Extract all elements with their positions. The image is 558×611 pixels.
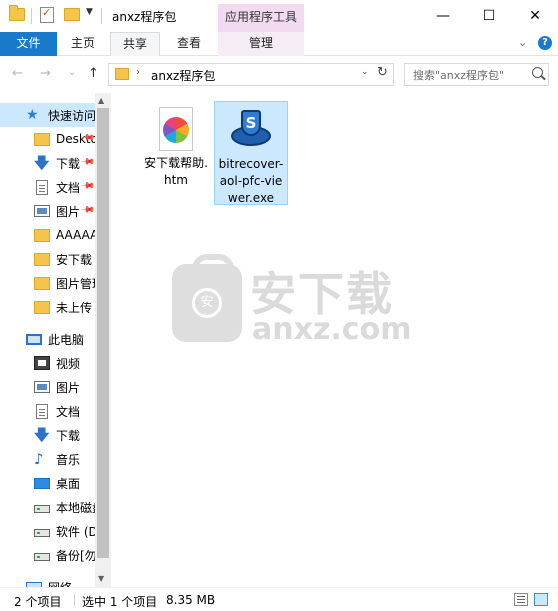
- app-tools-tab-group: 应用程序工具: [218, 4, 304, 32]
- back-arrow-icon[interactable]: ←: [12, 66, 23, 81]
- sidebar-item-this-pc[interactable]: 此电脑: [0, 327, 95, 351]
- toolbar-separator: [101, 8, 102, 24]
- address-dropdown-icon[interactable]: ⌄: [361, 67, 369, 77]
- html-file-icon: [159, 107, 193, 151]
- folder-icon: [34, 300, 50, 314]
- address-path[interactable]: anxz程序包: [151, 67, 215, 84]
- video-icon: [34, 356, 50, 370]
- file-name: 安下载帮助.htm: [144, 156, 208, 187]
- sidebar-item-network[interactable]: 网络: [0, 575, 95, 587]
- scroll-down-icon[interactable]: ▼: [98, 574, 104, 583]
- sidebar-item-aaaaa[interactable]: AAAAA: [0, 223, 95, 247]
- up-arrow-icon[interactable]: ↑: [88, 66, 99, 81]
- picture-icon: [34, 381, 50, 393]
- ribbon-tabs: 文件 主页 共享 查看 管理 ⌄: [0, 32, 558, 56]
- document-icon: [36, 179, 48, 195]
- folder-icon: [34, 132, 50, 146]
- chevron-right-icon[interactable]: ›: [136, 67, 140, 78]
- status-bar: 2 个项目 选中 1 个项目 8.35 MB: [0, 587, 558, 611]
- maximize-button[interactable]: ☐: [466, 0, 512, 32]
- window-title: anxz程序包: [112, 10, 177, 24]
- tab-share[interactable]: 共享: [110, 32, 160, 56]
- forward-arrow-icon[interactable]: →: [40, 66, 51, 81]
- sidebar-item-videos[interactable]: 视频: [0, 351, 95, 375]
- file-name: bitrecover-aol-pfc-viewer.exe: [218, 157, 284, 205]
- toolbar-separator: [31, 8, 32, 24]
- document-icon: [36, 403, 48, 419]
- search-input[interactable]: 搜索"anxz程序包": [404, 63, 549, 86]
- sidebar-item-anxz[interactable]: 安下载: [0, 247, 95, 271]
- tab-file[interactable]: 文件: [0, 32, 57, 56]
- folder-icon: [9, 5, 25, 21]
- title-bar: ▼ anxz程序包 应用程序工具 — ☐ ✕: [0, 0, 558, 32]
- tab-manage[interactable]: 管理: [218, 32, 304, 56]
- sidebar-item-local-disk[interactable]: 本地磁盘: [0, 495, 95, 519]
- refresh-icon[interactable]: ↻: [377, 65, 388, 80]
- address-bar[interactable]: › anxz程序包 ⌄ ↻: [108, 63, 394, 86]
- scroll-up-icon[interactable]: ▲: [98, 96, 104, 105]
- drive-icon: [34, 529, 50, 537]
- scrollbar-thumb[interactable]: [97, 108, 109, 558]
- desktop-icon: [34, 477, 50, 489]
- music-icon: ♪: [34, 450, 44, 468]
- file-item-bitrecover-exe[interactable]: S bitrecover-aol-pfc-viewer.exe: [214, 101, 288, 205]
- sidebar-item-documents-pc[interactable]: 文档: [0, 399, 95, 423]
- selection-count: 选中 1 个项目: [82, 595, 158, 609]
- sidebar-item-downloads-pc[interactable]: 🡇 下载: [0, 423, 95, 447]
- ribbon-expand-icon[interactable]: ⌄: [518, 36, 527, 49]
- sidebar-item-quick-access[interactable]: ★ 快速访问: [0, 103, 95, 127]
- download-icon: 🡇: [34, 154, 50, 172]
- search-placeholder: 搜索"anxz程序包": [413, 69, 505, 82]
- large-icons-view-icon[interactable]: [534, 593, 548, 606]
- help-icon[interactable]: ?: [538, 36, 552, 50]
- watermark-subtext: anxz.com: [252, 312, 412, 347]
- sidebar-item-not-uploaded[interactable]: 未上传: [0, 295, 95, 319]
- file-item-help-htm[interactable]: 安下载帮助.htm: [139, 101, 213, 189]
- navigation-bar: ← → ⌄ ↑ › anxz程序包 ⌄ ↻ 搜索"anxz程序包": [0, 57, 558, 93]
- close-button[interactable]: ✕: [512, 0, 558, 32]
- sidebar-item-backup-drive[interactable]: 备份[勿: [0, 543, 95, 567]
- quick-access-dropdown-icon[interactable]: ▼: [86, 7, 93, 17]
- drive-icon: [34, 553, 50, 561]
- recent-locations-icon[interactable]: ⌄: [68, 67, 76, 78]
- tab-view[interactable]: 查看: [164, 32, 214, 56]
- sidebar-scrollbar[interactable]: ▲ ▼: [95, 93, 111, 587]
- search-icon[interactable]: [532, 67, 543, 78]
- folder-icon: [115, 68, 129, 80]
- pc-icon: [26, 333, 42, 345]
- sidebar-item-music[interactable]: ♪ 音乐: [0, 447, 95, 471]
- watermark-bag-icon: 安: [172, 254, 242, 342]
- drive-icon: [34, 505, 50, 513]
- selection-size: 8.35 MB: [166, 593, 216, 607]
- folder-icon: [34, 252, 50, 266]
- sidebar-item-pictures-pc[interactable]: 图片: [0, 375, 95, 399]
- minimize-button[interactable]: —: [420, 0, 466, 32]
- sidebar-item-desktop-pc[interactable]: 桌面: [0, 471, 95, 495]
- properties-icon[interactable]: [40, 6, 54, 23]
- star-icon: ★: [26, 107, 39, 123]
- details-view-icon[interactable]: [514, 593, 528, 606]
- item-count: 2 个项目: [14, 595, 62, 609]
- download-icon: 🡇: [34, 426, 50, 444]
- folder-icon: [34, 276, 50, 290]
- sidebar-item-image-manager[interactable]: 图片管理: [0, 271, 95, 295]
- sidebar-item-software-drive[interactable]: 软件 (D:): [0, 519, 95, 543]
- new-folder-icon[interactable]: [64, 8, 80, 21]
- tab-home[interactable]: 主页: [60, 32, 106, 56]
- folder-icon: [34, 228, 50, 242]
- picture-icon: [34, 205, 50, 217]
- status-separator: [74, 594, 75, 606]
- exe-app-icon: S: [229, 108, 273, 152]
